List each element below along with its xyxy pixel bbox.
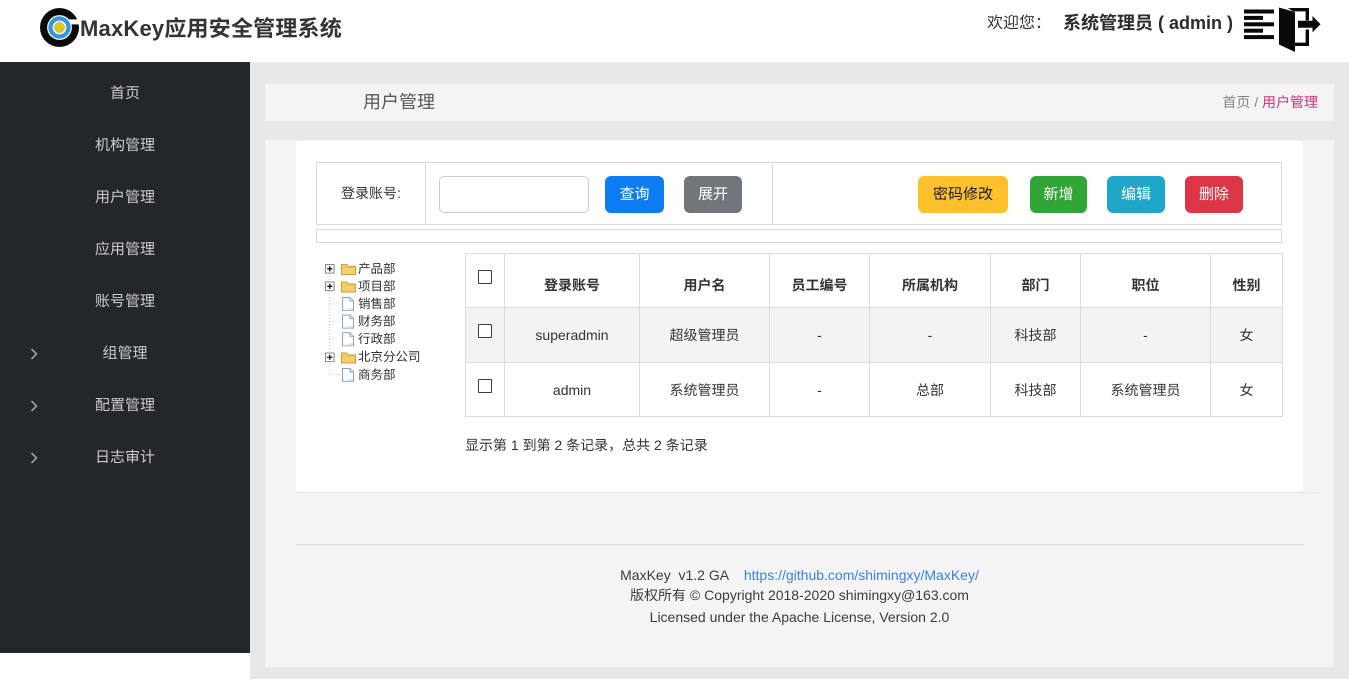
svg-text:销售部: 销售部 xyxy=(358,297,396,311)
svg-text:项目部: 项目部 xyxy=(358,280,396,294)
svg-text:行政部: 行政部 xyxy=(358,332,396,346)
svg-text:财务部: 财务部 xyxy=(358,315,396,329)
svg-text:商务部: 商务部 xyxy=(358,368,396,382)
svg-text:产品部: 产品部 xyxy=(358,262,396,276)
svg-text:北京分公司: 北京分公司 xyxy=(358,350,421,364)
